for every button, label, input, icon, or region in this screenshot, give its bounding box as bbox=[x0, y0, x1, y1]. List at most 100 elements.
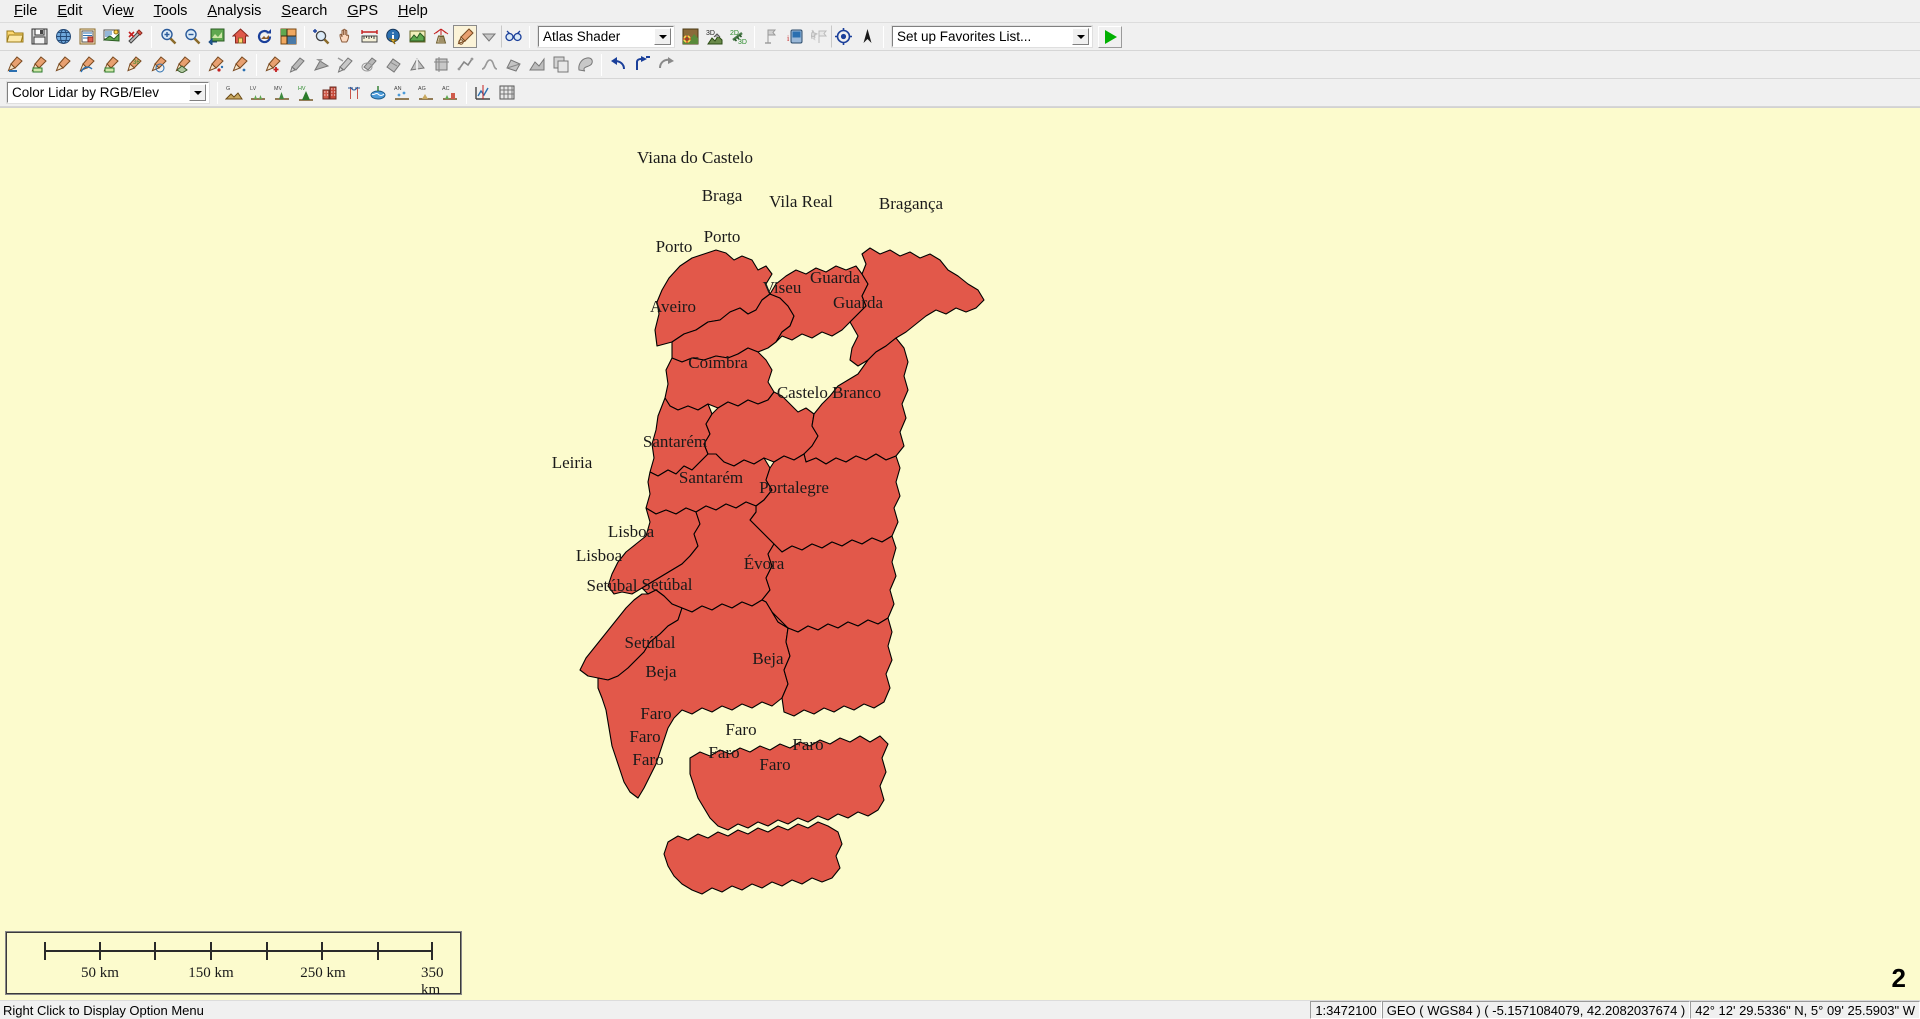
menu-item-help[interactable]: Help bbox=[388, 1, 438, 22]
coordinate-geometry-button[interactable]: 36 bbox=[123, 53, 147, 76]
view-shed-tool-button[interactable] bbox=[429, 25, 453, 48]
create-area-button[interactable] bbox=[3, 53, 27, 76]
feature-style-button[interactable] bbox=[573, 53, 597, 76]
open-file-button[interactable] bbox=[3, 25, 27, 48]
measure-area-button[interactable] bbox=[501, 53, 525, 76]
status-coordinates[interactable]: 42° 12' 29.5336" N, 5° 09' 25.5903" W bbox=[1690, 1001, 1920, 1019]
pan-tool-button[interactable] bbox=[333, 25, 357, 48]
gps-marker-button[interactable] bbox=[807, 25, 831, 48]
path-profile-tool-button[interactable] bbox=[405, 25, 429, 48]
menu-item-analysis[interactable]: Analysis bbox=[197, 1, 271, 22]
reset-edit-button[interactable] bbox=[654, 53, 678, 76]
run-favorite-button[interactable] bbox=[1098, 25, 1122, 48]
feature-info-tool-button[interactable] bbox=[381, 25, 405, 48]
combine-feature-button[interactable] bbox=[381, 53, 405, 76]
scale-bar-tick-label: 250 km bbox=[300, 965, 346, 981]
create-grid-button[interactable] bbox=[171, 53, 195, 76]
2d3d-toggle-button[interactable]: 2D 3D bbox=[726, 25, 750, 48]
digitizer-separator-3 bbox=[601, 53, 602, 76]
menu-item-gps[interactable]: GPS bbox=[337, 1, 388, 22]
smooth-feature-button[interactable] bbox=[477, 53, 501, 76]
elevation-from-feature-button[interactable] bbox=[525, 53, 549, 76]
lidar-above-ground-button[interactable]: AG bbox=[414, 81, 438, 104]
tile-view-button[interactable] bbox=[276, 25, 300, 48]
create-curve-button[interactable] bbox=[75, 53, 99, 76]
page-number-watermark: 2 bbox=[1891, 963, 1906, 993]
lidar-all-classes-button[interactable]: AC bbox=[438, 81, 462, 104]
lidar-noise-button[interactable]: AN bbox=[390, 81, 414, 104]
menu-item-file[interactable]: File bbox=[4, 1, 47, 22]
measure-tool-button[interactable] bbox=[357, 25, 381, 48]
create-rectangle-button[interactable] bbox=[27, 53, 51, 76]
digitizer-undo-group bbox=[606, 53, 678, 76]
chevron-down-icon[interactable] bbox=[189, 84, 206, 101]
lidar-cross-section-button[interactable] bbox=[471, 81, 495, 104]
3d-path-button[interactable]: 3D bbox=[702, 25, 726, 48]
digitizer-separator-2 bbox=[256, 53, 257, 76]
map-canvas[interactable]: Viana do Castelo Braga Vila Real Bragança Po… bbox=[0, 107, 1920, 1000]
menu-item-tools[interactable]: Tools bbox=[144, 1, 198, 22]
scale-bar-ruler bbox=[44, 942, 433, 960]
chevron-down-icon[interactable] bbox=[1072, 28, 1089, 45]
lidar-high-veg-button[interactable]: HV bbox=[294, 81, 318, 104]
lidar-powerline-button[interactable] bbox=[342, 81, 366, 104]
digitizer-dropdown-button[interactable] bbox=[477, 25, 501, 48]
toolbar-separator-1 bbox=[151, 25, 152, 48]
split-feature-button[interactable] bbox=[405, 53, 429, 76]
shader-select[interactable]: Atlas Shader bbox=[537, 25, 675, 48]
gps-track-button[interactable] bbox=[759, 25, 783, 48]
simplify-feature-button[interactable] bbox=[453, 53, 477, 76]
open-overlay-control-button[interactable] bbox=[99, 25, 123, 48]
create-point-spacing-button[interactable] bbox=[228, 53, 252, 76]
menu-item-view[interactable]: View bbox=[92, 1, 143, 22]
create-point-button[interactable] bbox=[204, 53, 228, 76]
menu-item-edit[interactable]: Edit bbox=[47, 1, 92, 22]
lidar-color-select[interactable]: Color Lidar by RGB/Elev bbox=[6, 81, 210, 104]
open-online-data-button[interactable] bbox=[51, 25, 75, 48]
full-view-button[interactable] bbox=[228, 25, 252, 48]
north-arrow-button[interactable] bbox=[855, 25, 879, 48]
configuration-button[interactable] bbox=[123, 25, 147, 48]
3d-view-button[interactable] bbox=[678, 25, 702, 48]
chevron-down-icon[interactable] bbox=[654, 28, 671, 45]
svg-text:36: 36 bbox=[133, 60, 140, 66]
status-hint: Right Click to Display Option Menu bbox=[3, 1002, 204, 1018]
lidar-low-veg-button[interactable]: LV bbox=[246, 81, 270, 104]
lidar-ground-button[interactable]: G bbox=[222, 81, 246, 104]
toolbar-separator-3 bbox=[529, 25, 530, 48]
lidar-water-button[interactable] bbox=[366, 81, 390, 104]
copy-feature-button[interactable] bbox=[549, 53, 573, 76]
digitizer-separator-1 bbox=[199, 53, 200, 76]
menu-item-search[interactable]: Search bbox=[271, 1, 337, 22]
scale-feature-button[interactable] bbox=[333, 53, 357, 76]
undo-edit-button[interactable] bbox=[606, 53, 630, 76]
lidar-med-veg-button[interactable]: MV bbox=[270, 81, 294, 104]
status-scale[interactable]: 1:3472100 bbox=[1310, 1001, 1382, 1019]
rotate-feature-button[interactable] bbox=[309, 53, 333, 76]
svg-text:HV: HV bbox=[298, 86, 306, 92]
zoom-out-button[interactable] bbox=[180, 25, 204, 48]
gps-device-button[interactable]: i bbox=[783, 25, 807, 48]
digitizer-tool-button[interactable] bbox=[453, 25, 477, 48]
crop-feature-button[interactable] bbox=[429, 53, 453, 76]
create-line-button[interactable] bbox=[51, 53, 75, 76]
redo-edit-button[interactable] bbox=[630, 53, 654, 76]
favorites-select[interactable]: Set up Favorites List... bbox=[891, 25, 1093, 48]
toolbar-separator-5 bbox=[883, 25, 884, 48]
gps-center-button[interactable] bbox=[831, 25, 855, 48]
move-feature-button[interactable] bbox=[285, 53, 309, 76]
zoom-to-layer-button[interactable] bbox=[204, 25, 228, 48]
create-range-ring-button[interactable] bbox=[99, 53, 123, 76]
lidar-grid-button[interactable] bbox=[495, 81, 519, 104]
create-buffer-button[interactable] bbox=[147, 53, 171, 76]
zoom-in-button[interactable] bbox=[156, 25, 180, 48]
status-projection[interactable]: GEO ( WGS84 ) ( -5.1571084079, 42.208203… bbox=[1381, 1001, 1691, 1019]
save-workspace-button[interactable] bbox=[27, 25, 51, 48]
zoom-tool-button[interactable] bbox=[309, 25, 333, 48]
redraw-button[interactable] bbox=[252, 25, 276, 48]
delete-feature-button[interactable] bbox=[357, 53, 381, 76]
add-vertex-button[interactable] bbox=[261, 53, 285, 76]
search-tool-button[interactable] bbox=[501, 25, 525, 48]
open-control-center-button[interactable] bbox=[75, 25, 99, 48]
lidar-building-button[interactable] bbox=[318, 81, 342, 104]
